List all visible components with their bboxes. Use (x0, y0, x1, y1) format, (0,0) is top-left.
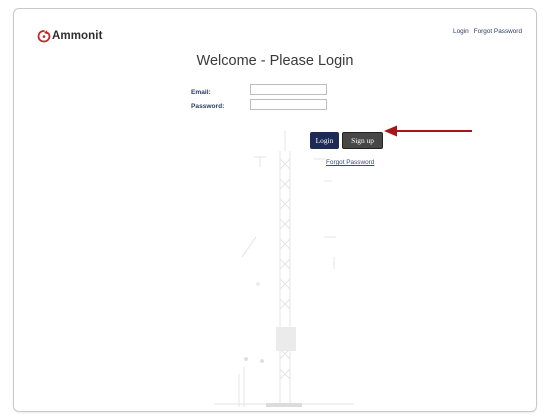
signup-button[interactable]: Sign up (342, 132, 383, 149)
nav-forgot-password-link[interactable]: Forgot Password (474, 28, 522, 35)
email-label: Email: (191, 89, 211, 96)
nav-login-link[interactable]: Login (453, 28, 469, 35)
login-button[interactable]: Login (310, 132, 339, 149)
tower-background-image (214, 131, 354, 407)
forgot-password-link[interactable]: Forgot Password (326, 159, 374, 166)
password-field[interactable] (250, 99, 327, 110)
email-field[interactable] (250, 84, 327, 95)
password-label: Password: (191, 103, 225, 110)
ammonit-logo[interactable]: Ammonit (37, 29, 103, 43)
page-title: Welcome - Please Login (196, 53, 354, 69)
logo-text: Ammonit (52, 30, 103, 42)
top-nav: Login Forgot Password (453, 28, 522, 35)
ammonit-swirl-icon (37, 30, 51, 43)
browser-frame: Ammonit Login Forgot Password Welcome - … (13, 8, 537, 412)
arrow-left-icon (384, 125, 472, 137)
